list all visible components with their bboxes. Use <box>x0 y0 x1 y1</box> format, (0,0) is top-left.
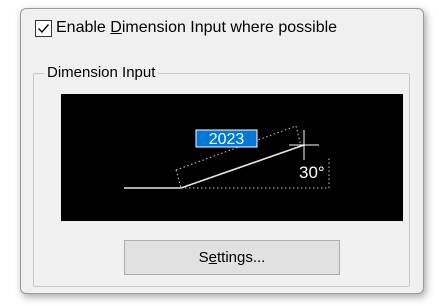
extension-line-start <box>175 169 182 189</box>
dimension-input-group: Dimension Input 2023 30° Settings... <box>33 64 410 287</box>
settings-button[interactable]: Settings... <box>124 240 340 275</box>
extension-line-end <box>295 125 302 147</box>
enable-dimension-input-option[interactable]: Enable Dimension Input where possible <box>35 19 337 37</box>
dimension-input-preview: 2023 30° <box>61 94 403 221</box>
crosshair-cursor-icon <box>289 130 319 160</box>
enable-dimension-input-checkbox[interactable] <box>35 19 52 37</box>
angle-readout: 30° <box>299 163 325 182</box>
enable-dimension-input-label: Enable Dimension Input where possible <box>56 19 338 36</box>
settings-button-label: Settings... <box>198 249 266 266</box>
options-panel: Enable Dimension Input where possible Di… <box>20 8 424 294</box>
drawn-line <box>124 144 305 189</box>
length-input-value: 2023 <box>209 131 245 148</box>
group-title: Dimension Input <box>44 64 159 81</box>
checkmark-icon <box>38 23 50 33</box>
